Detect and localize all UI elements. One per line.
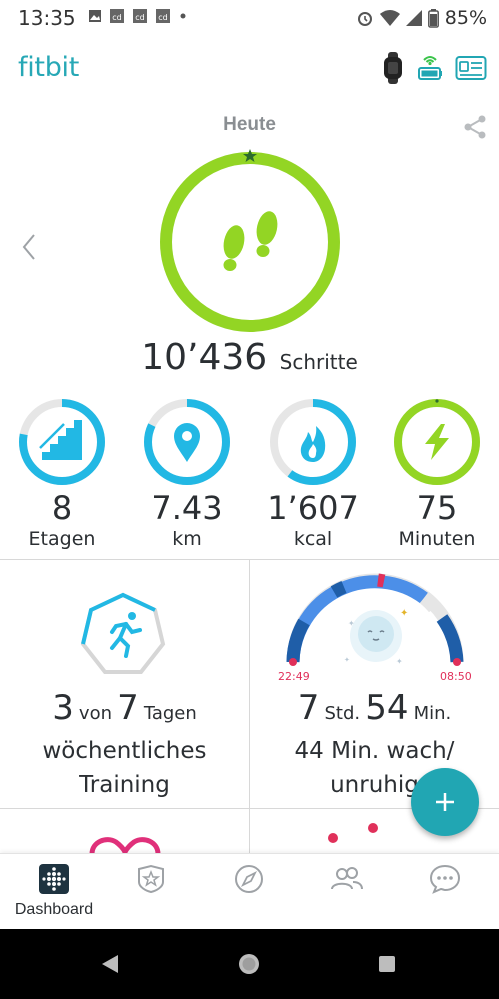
community-icon: [331, 867, 363, 890]
challenges-badge-icon: [138, 864, 164, 894]
wifi-icon: [379, 10, 400, 26]
exercise-days: 3 von 7 Tagen: [0, 688, 249, 728]
status-notification-icons: cd cd cd: [88, 8, 188, 24]
share-icon[interactable]: [462, 114, 488, 140]
chat-icon: [429, 864, 461, 894]
sleep-duration: 7 Std. 54 Min.: [250, 688, 499, 728]
previous-day-chevron-icon[interactable]: [20, 233, 38, 261]
svg-text:cd: cd: [158, 13, 167, 22]
distance-ring: [144, 399, 230, 485]
lightning-icon: [425, 424, 449, 460]
active-minutes-ring: [394, 399, 480, 485]
header-icons: [381, 52, 487, 84]
nav-item-community[interactable]: [297, 864, 397, 899]
sleeping-moon-icon: ✦ ✦ ✦ ✦: [344, 608, 408, 666]
today-title: Heute: [223, 114, 276, 135]
dashboard-icon: [39, 864, 69, 894]
floors-value: 8: [51, 489, 73, 527]
sleep-start-time: 22:49: [278, 670, 310, 683]
home-icon[interactable]: [238, 953, 260, 975]
recents-icon[interactable]: [378, 955, 396, 973]
status-bar: 13:35 cd cd cd 85%: [0, 0, 499, 34]
nav-label-dashboard: Dashboard: [14, 901, 94, 918]
bottom-nav: Dashboard: [0, 853, 499, 929]
svg-text:✦: ✦: [400, 608, 408, 619]
active-minutes-value: 75: [416, 489, 458, 527]
sleep-minutes-unit: Min.: [413, 703, 452, 724]
weight-tile-peek[interactable]: [322, 818, 382, 848]
exercise-count: 3: [52, 688, 74, 728]
status-time: 13:35: [18, 6, 76, 30]
sleep-hours: 7: [297, 688, 320, 728]
alarm-icon: [357, 12, 372, 26]
steps-value: 10’436: [141, 337, 268, 378]
stat-floors[interactable]: 8 Etagen: [2, 396, 122, 550]
image-icon: [89, 10, 101, 22]
location-pin-icon: [174, 423, 200, 462]
tracker-device-icon[interactable]: [381, 52, 405, 84]
footsteps-icon: [223, 211, 278, 271]
cd-app-icon: cd: [156, 9, 170, 23]
svg-text:cd: cd: [112, 13, 121, 22]
exercise-label-line1: wöchentliches: [42, 738, 207, 764]
active-minutes-label: Minuten: [398, 528, 476, 550]
exercise-label: wöchentliches Training: [0, 734, 249, 802]
app-header: fitbit: [0, 34, 499, 106]
add-button[interactable]: [411, 768, 479, 836]
status-system-icons: 85%: [356, 7, 487, 29]
nav-item-challenges[interactable]: [101, 864, 201, 899]
calories-value: 1’607: [267, 489, 359, 527]
floors-ring: [19, 399, 105, 485]
back-icon[interactable]: [100, 954, 120, 974]
nav-item-dashboard[interactable]: Dashboard: [4, 864, 104, 919]
distance-label: km: [172, 528, 202, 550]
cd-app-icon: cd: [133, 9, 147, 23]
steps-summary: 10’436 Schritte: [0, 337, 499, 378]
nav-item-chat[interactable]: [395, 864, 495, 899]
distance-value: 7.43: [151, 489, 223, 527]
steps-ring[interactable]: [154, 146, 346, 338]
sleep-arc: ✦ ✦ ✦ ✦: [286, 573, 464, 666]
profile-card-icon[interactable]: [455, 55, 487, 81]
calories-label: kcal: [293, 528, 333, 550]
floors-label: Etagen: [28, 528, 96, 550]
steps-ring-progress: [160, 152, 340, 332]
calories-ring: [270, 399, 356, 485]
svg-text:✦: ✦: [344, 656, 350, 664]
nav-item-discover[interactable]: [199, 864, 299, 899]
battery-icon: [427, 8, 439, 28]
running-icon: [110, 612, 142, 658]
signal-icon: [405, 10, 422, 26]
heart-rate-tile-peek[interactable]: [88, 836, 162, 854]
sync-battery-icon[interactable]: [417, 52, 443, 84]
stat-active-minutes[interactable]: 75 Minuten: [377, 396, 497, 550]
exercise-total: 7: [117, 688, 139, 728]
stat-calories[interactable]: 1’607 kcal: [253, 396, 373, 550]
stat-distance[interactable]: 7.43 km: [127, 396, 247, 550]
sleep-hours-unit: Std.: [324, 703, 361, 724]
exercise-label-line2: Training: [79, 772, 170, 798]
exercise-of-text: von: [78, 703, 112, 724]
dot-icon: [180, 13, 186, 19]
exercise-heptagon: [80, 592, 166, 674]
sleep-awake-line1: 44 Min. wach/: [294, 738, 455, 764]
battery-percent: 85%: [444, 7, 487, 29]
svg-text:✦: ✦: [396, 657, 403, 666]
sleep-end-time: 08:50: [440, 670, 472, 683]
cd-app-icon: cd: [110, 9, 124, 23]
sleep-minutes: 54: [365, 688, 409, 728]
svg-text:✦: ✦: [348, 619, 355, 628]
svg-text:cd: cd: [135, 13, 144, 22]
exercise-days-text: Tagen: [143, 703, 197, 724]
android-nav-bar: [0, 929, 499, 999]
plus-icon: [436, 793, 454, 811]
discover-compass-icon: [235, 865, 263, 893]
fitbit-logo: fitbit: [18, 52, 80, 83]
steps-unit: Schritte: [279, 350, 358, 374]
